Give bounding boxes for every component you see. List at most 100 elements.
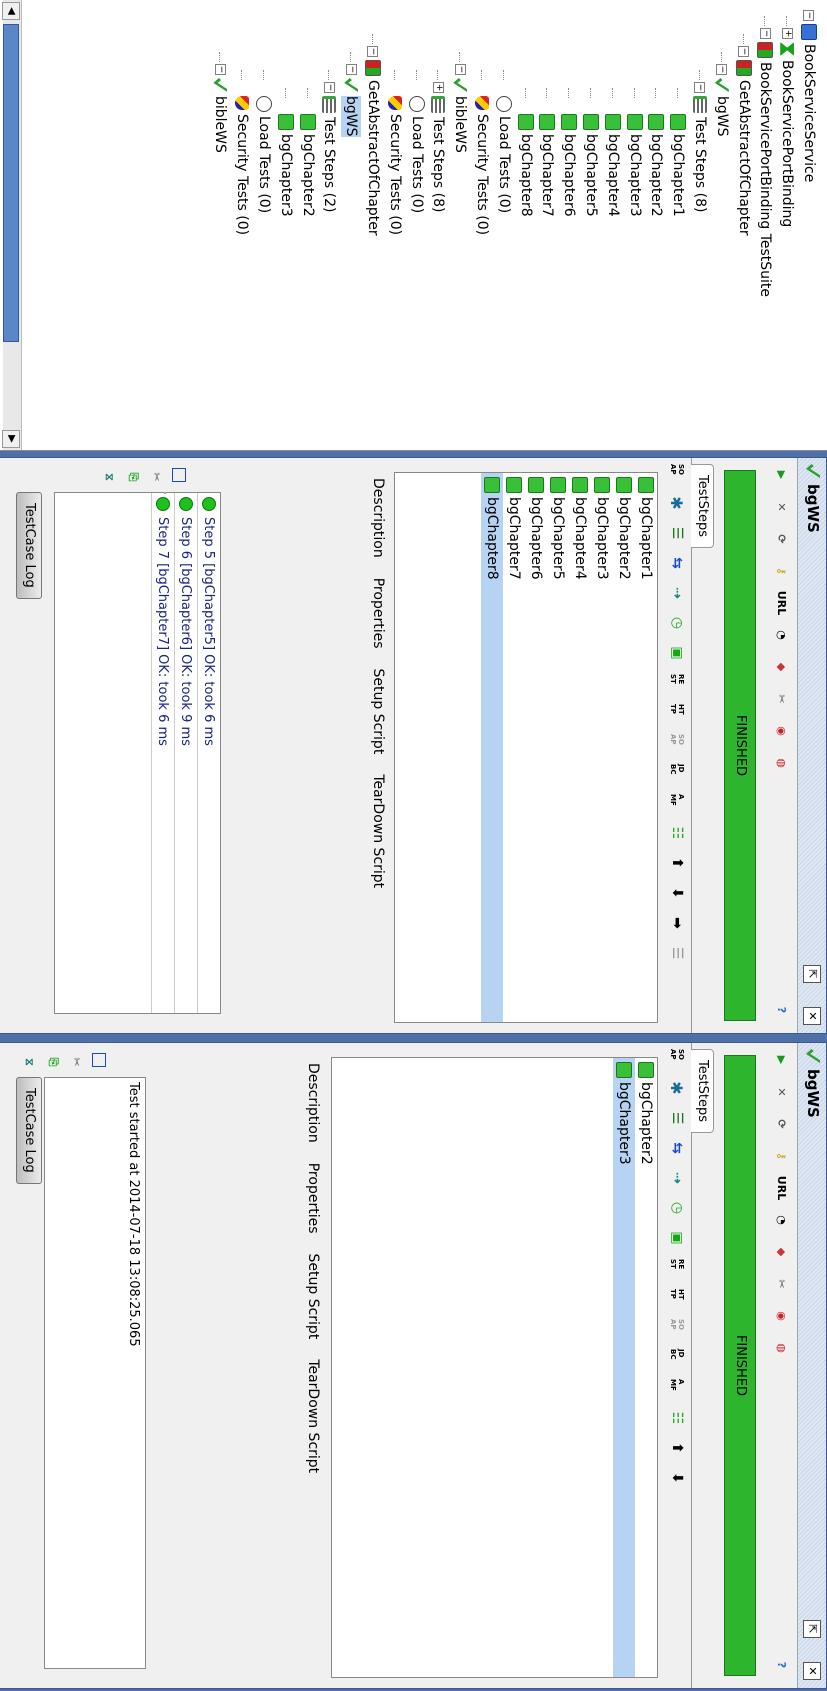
tree-node[interactable]: − bibleWS: [210, 64, 230, 153]
tree-node[interactable]: Load Tests (0): [254, 82, 274, 213]
add-mock-step-icon[interactable]: ✱: [668, 1079, 687, 1097]
cancel-icon[interactable]: ✕: [773, 1083, 791, 1101]
stop-recording-icon[interactable]: ◍: [773, 1339, 791, 1357]
collapse-icon[interactable]: −: [454, 64, 466, 75]
tree-node[interactable]: − bibleWS: [450, 64, 470, 153]
add-amf-step-icon[interactable]: A MF: [668, 794, 686, 812]
options-tools-icon[interactable]: ✂: [773, 690, 791, 708]
export-log-icon[interactable]: ⎘: [124, 468, 142, 486]
subtab-setup-script[interactable]: Setup Script: [305, 1254, 321, 1340]
subtab-teardown-script[interactable]: TearDown Script: [305, 1359, 321, 1473]
add-mock-step-icon[interactable]: ✱: [668, 494, 687, 512]
tree-node[interactable]: Security Tests (0): [232, 82, 252, 235]
tree-node[interactable]: bgChapter2: [646, 100, 666, 217]
loadtest-icon[interactable]: ◔: [773, 626, 791, 644]
collapse-icon[interactable]: −: [345, 64, 357, 75]
add-jdbc-step-icon[interactable]: JD BC: [668, 1349, 686, 1367]
close-window-icon[interactable]: ✕: [803, 1007, 821, 1025]
scroll-left-button[interactable]: ◀: [2, 2, 20, 20]
collapse-icon[interactable]: −: [759, 28, 771, 39]
move-down-icon[interactable]: ⬇: [668, 1469, 686, 1487]
teststep-list[interactable]: bgChapter2 bgChapter3: [331, 1057, 658, 1678]
add-script-icon[interactable]: ▣: [668, 1229, 686, 1247]
add-delay-icon[interactable]: ◷: [668, 614, 686, 632]
scroll-thumb[interactable]: [3, 24, 19, 342]
tree-node[interactable]: bgChapter2: [298, 100, 318, 217]
loop-icon[interactable]: ⟳: [773, 1115, 791, 1133]
subtab-teardown-script[interactable]: TearDown Script: [370, 774, 386, 888]
teststep-row[interactable]: bgChapter3: [591, 473, 613, 1022]
teststep-row[interactable]: bgChapter2: [613, 473, 635, 1022]
testcase-log[interactable]: Test started at 2014-07-18 13:08:25.065: [44, 1077, 146, 1669]
export-log-icon[interactable]: ⎘: [44, 1053, 62, 1071]
subtab-properties[interactable]: Properties: [305, 1163, 321, 1234]
add-conditional-goto-icon[interactable]: ⇢: [668, 584, 686, 602]
collapse-icon[interactable]: −: [803, 10, 815, 21]
collapse-log-icon[interactable]: ⧖: [20, 1053, 38, 1071]
add-properties-icon[interactable]: ☰: [668, 524, 686, 542]
tree-node[interactable]: − bgWS: [712, 64, 732, 137]
collapse-icon[interactable]: −: [214, 64, 226, 75]
add-amf-disabled-icon[interactable]: SO AP: [668, 734, 686, 752]
log-entry[interactable]: Test started at 2014-07-18 13:08:25.065: [123, 1078, 145, 1668]
securitytest-icon[interactable]: ◆: [773, 1243, 791, 1261]
subtab-setup-script[interactable]: Setup Script: [370, 669, 386, 755]
teststep-row[interactable]: bgChapter7: [503, 473, 525, 1022]
subtab-description[interactable]: Description: [305, 1063, 321, 1143]
add-conditional-goto-icon[interactable]: ⇢: [668, 1169, 686, 1187]
teststep-row[interactable]: bgChapter8: [481, 473, 503, 1022]
log-options-icon[interactable]: ✂: [148, 468, 166, 486]
add-delay-icon[interactable]: ◷: [668, 1199, 686, 1217]
start-recording-icon[interactable]: ◉: [773, 1307, 791, 1325]
loop-icon[interactable]: ⟳: [773, 530, 791, 548]
add-amf-step-icon[interactable]: A MF: [668, 1379, 686, 1397]
add-jdbc-step-icon[interactable]: JD BC: [668, 764, 686, 782]
teststep-row[interactable]: bgChapter6: [525, 473, 547, 1022]
detach-window-icon[interactable]: ⇱: [803, 965, 821, 983]
clear-log-icon[interactable]: [172, 468, 186, 482]
testcase-log-button[interactable]: TestCase Log: [16, 492, 42, 599]
loadtest-icon[interactable]: ◔: [773, 1211, 791, 1229]
tree-node[interactable]: Security Tests (0): [385, 82, 405, 235]
tree-node[interactable]: Load Tests (0): [494, 82, 514, 213]
tree-node[interactable]: bgChapter7: [537, 100, 557, 217]
add-http-step-icon[interactable]: HT TP: [668, 1289, 686, 1307]
help-icon[interactable]: ?: [773, 1656, 791, 1674]
tree-node[interactable]: − GetAbstractOfChapter: [363, 46, 383, 236]
teststep-row[interactable]: bgChapter5: [547, 473, 569, 1022]
teststep-row[interactable]: bgChapter1: [635, 473, 657, 1022]
move-up-icon[interactable]: ⬆: [668, 1439, 686, 1457]
securitytest-icon[interactable]: ◆: [773, 658, 791, 676]
add-amf-disabled-icon[interactable]: SO AP: [668, 1319, 686, 1337]
add-run-testcase-icon[interactable]: ☷: [668, 824, 686, 842]
tree-node[interactable]: bgChapter3: [625, 100, 645, 217]
testcase-log[interactable]: Step 5 [bgChapter5] OK: took 6 ms Step 6 …: [54, 492, 221, 1014]
tree-node[interactable]: bgChapter4: [603, 100, 623, 217]
tree-node[interactable]: + Test Steps (8): [428, 82, 448, 212]
move-down-icon[interactable]: ⬇: [668, 884, 686, 902]
step-options-icon[interactable]: ☰: [668, 944, 686, 962]
tree-node[interactable]: − BookServiceService: [799, 10, 819, 182]
subtab-properties[interactable]: Properties: [370, 578, 386, 649]
tree-node[interactable]: bgChapter5: [581, 100, 601, 217]
teststep-row[interactable]: bgChapter3: [613, 1058, 635, 1677]
tree-node[interactable]: − BookServicePortBinding TestSuite: [755, 28, 775, 297]
add-transfer-icon[interactable]: ⇆: [668, 554, 686, 572]
tree-node[interactable]: − Test Steps (8): [690, 82, 710, 212]
tree-node[interactable]: bgChapter6: [559, 100, 579, 217]
subtab-description[interactable]: Description: [370, 478, 386, 558]
tree-node[interactable]: Security Tests (0): [472, 82, 492, 235]
add-rest-step-icon[interactable]: RE ST: [668, 674, 686, 692]
collapse-icon[interactable]: −: [323, 82, 335, 93]
tree-node[interactable]: Load Tests (0): [407, 82, 427, 213]
expand-icon[interactable]: +: [432, 82, 444, 93]
add-soap-step-icon[interactable]: SO AP: [668, 464, 686, 482]
start-recording-icon[interactable]: ◉: [773, 722, 791, 740]
add-transfer-icon[interactable]: ⇆: [668, 1139, 686, 1157]
teststep-row[interactable]: bgChapter4: [569, 473, 591, 1022]
add-soap-step-icon[interactable]: SO AP: [668, 1049, 686, 1067]
options-tools-icon[interactable]: ✂: [773, 1275, 791, 1293]
collapse-icon[interactable]: −: [738, 46, 750, 57]
add-rest-step-icon[interactable]: RE ST: [668, 1259, 686, 1277]
navigator-horizontal-scrollbar[interactable]: ◀ ▶: [2, 0, 22, 450]
